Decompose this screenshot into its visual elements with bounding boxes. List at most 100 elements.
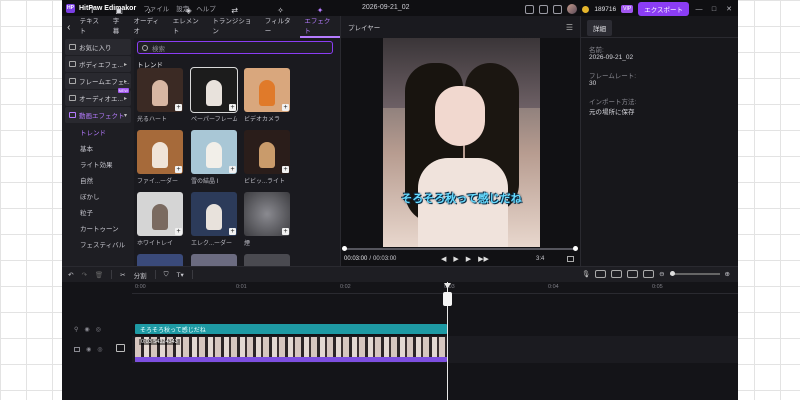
marker-icon[interactable]: ⛉ xyxy=(164,271,169,279)
effect-tile[interactable]: + ファイ...ーダー xyxy=(137,130,183,185)
add-icon[interactable]: + xyxy=(229,166,236,173)
visibility-icon[interactable]: ◉ xyxy=(84,326,89,333)
lock-icon[interactable]: ⚲ xyxy=(74,326,78,333)
fit-icon[interactable] xyxy=(643,270,655,278)
subcategory-blur[interactable]: ぼかし xyxy=(62,188,134,204)
add-icon[interactable]: + xyxy=(282,104,289,111)
category-label: ボディエフェ... xyxy=(79,62,123,69)
category-video-effects[interactable]: 動画エフェクト ▾ xyxy=(65,107,131,123)
progress-start-handle[interactable] xyxy=(342,246,347,251)
tab-filter[interactable]: ✧ フィルター xyxy=(261,6,301,38)
subcategory-cartoon[interactable]: カートゥーン xyxy=(62,220,134,236)
effect-tile[interactable] xyxy=(191,254,237,266)
close-button[interactable]: ✕ xyxy=(724,5,734,13)
time-ruler[interactable]: 0:00 0:01 0:02 0:03 0:04 0:05 xyxy=(132,282,738,294)
video-preview[interactable]: そろそろ秋って感じだね xyxy=(383,38,540,247)
effect-tile[interactable]: + 光るハート xyxy=(137,68,183,123)
fullscreen-icon[interactable] xyxy=(567,256,574,262)
category-favorites[interactable]: お気に入り xyxy=(65,39,131,55)
play-icon[interactable]: ▶ xyxy=(453,255,458,263)
zoom-in-icon[interactable]: ⊕ xyxy=(725,270,730,278)
playback-progress-bar[interactable] xyxy=(342,246,578,251)
add-icon[interactable]: + xyxy=(282,228,289,235)
delete-icon[interactable]: 🗑 xyxy=(95,271,103,279)
import-method-value: 元の場所に保存 xyxy=(589,109,635,116)
add-icon[interactable]: + xyxy=(175,104,182,111)
split-button[interactable]: 分割 xyxy=(134,270,147,280)
tab-audio[interactable]: ♪ オーディオ xyxy=(129,6,168,38)
next-frame-icon[interactable]: ▶ xyxy=(466,255,471,263)
effect-label: 光るハート xyxy=(137,117,168,123)
visibility-icon[interactable]: ◉ xyxy=(86,346,91,353)
tab-details[interactable]: 詳細 xyxy=(587,20,612,36)
microphone-icon[interactable]: 🎙 xyxy=(582,270,590,278)
add-icon[interactable]: + xyxy=(229,228,236,235)
toggle-icon[interactable] xyxy=(627,270,639,278)
playhead-marker[interactable] xyxy=(444,283,451,290)
tab-element[interactable]: ◈ エレメント xyxy=(169,6,209,38)
zoom-out-icon[interactable]: ⊖ xyxy=(659,270,664,278)
effect-tile[interactable] xyxy=(137,254,183,266)
magnet-icon[interactable] xyxy=(611,270,623,278)
redo-icon[interactable]: ↷ xyxy=(81,271,86,279)
progress-playhead[interactable] xyxy=(573,246,578,251)
effect-tile[interactable]: + 煙 xyxy=(244,192,290,247)
export-button[interactable]: エクスポート xyxy=(638,2,689,16)
search-placeholder: 検索 xyxy=(152,45,165,53)
add-icon[interactable]: + xyxy=(175,166,182,173)
effect-label: ペーパーフレーム xyxy=(191,117,237,123)
category-body-effects[interactable]: ボディエフェ... ▸ xyxy=(65,56,131,72)
subcategory-nature[interactable]: 自然 xyxy=(62,172,134,188)
zoom-slider[interactable] xyxy=(669,271,720,276)
cover-image-icon[interactable] xyxy=(116,344,125,352)
category-audio-effects[interactable]: オーディオエ... NEW ▸ xyxy=(65,88,131,106)
gift-icon[interactable] xyxy=(553,4,563,14)
subcategory-festival[interactable]: フェスティバル xyxy=(62,236,134,252)
add-icon[interactable]: + xyxy=(229,104,236,111)
undo-icon[interactable]: ↶ xyxy=(68,271,73,279)
subcategory-trend[interactable]: トレンド xyxy=(62,124,134,140)
link-icon[interactable] xyxy=(595,270,607,278)
subcategory-basic[interactable]: 基本 xyxy=(62,140,134,156)
minimize-button[interactable]: — xyxy=(694,6,704,13)
aspect-ratio-select[interactable]: 3:4 xyxy=(536,256,544,262)
video-clip[interactable]: 0:03 54324343 xyxy=(135,337,447,362)
effect-tile[interactable]: + ペーパーフレーム xyxy=(190,67,238,123)
search-input[interactable]: 検索 xyxy=(137,41,333,54)
menu-icon[interactable]: ☰ xyxy=(566,23,573,32)
tab-text[interactable]: T テキスト xyxy=(76,6,109,38)
message-icon[interactable] xyxy=(539,4,549,14)
effect-tile[interactable]: + ビビッ...ライト xyxy=(244,130,290,185)
back-arrow-icon[interactable]: ‹ xyxy=(62,16,76,38)
avatar[interactable] xyxy=(567,4,578,14)
fast-forward-icon[interactable]: ▶▶ xyxy=(478,255,489,263)
category-label: オーディオエ... xyxy=(79,96,123,103)
effect-tile[interactable]: + エレク...ーダー xyxy=(191,192,237,247)
mute-icon[interactable]: ◎ xyxy=(97,346,102,353)
credit-count: 189716 xyxy=(594,5,617,13)
effect-tile[interactable]: + 雪の結晶 I xyxy=(191,130,237,185)
add-icon[interactable]: + xyxy=(282,166,289,173)
category-frame-effects[interactable]: フレームエフェ... ▸ xyxy=(65,73,131,89)
maximize-button[interactable]: □ xyxy=(709,6,719,13)
effect-tile[interactable] xyxy=(244,254,290,266)
previous-frame-icon[interactable]: ◀ xyxy=(441,255,446,263)
add-icon[interactable]: + xyxy=(175,228,182,235)
effect-tile[interactable]: + ホワイトレイ xyxy=(137,192,183,247)
subcategory-particles[interactable]: 粒子 xyxy=(62,204,134,220)
mute-icon[interactable]: ◎ xyxy=(96,326,101,333)
tick-label: 0:00 xyxy=(135,284,146,290)
tab-transition[interactable]: ⇄ トランジション xyxy=(208,6,260,38)
subcategory-light[interactable]: ライト効果 xyxy=(62,156,134,172)
tab-effect[interactable]: ✦ エフェクト xyxy=(300,6,340,38)
tab-subtitle[interactable]: ▣ 字幕 xyxy=(109,6,130,38)
tab-label: テキスト xyxy=(79,18,99,35)
text-clip[interactable]: そろそろ秋って感じだね xyxy=(135,324,447,334)
screen-icon[interactable] xyxy=(525,4,535,14)
track-icon[interactable] xyxy=(74,346,80,352)
split-icon[interactable]: ✂ xyxy=(120,271,125,279)
effect-tile[interactable]: + ビデオカメラ xyxy=(244,68,290,123)
playhead-handle[interactable] xyxy=(443,292,452,306)
text-tool-icon[interactable]: T▾ xyxy=(177,271,184,279)
total-time: 00:03:00 xyxy=(373,256,397,262)
